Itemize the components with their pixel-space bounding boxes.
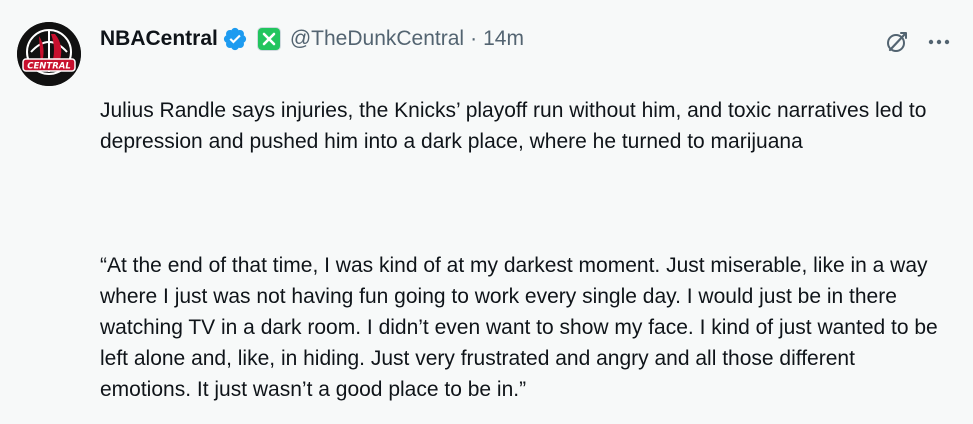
avatar-text: CENTRAL <box>27 62 71 72</box>
tweet-paragraph-2: “At the end of that time, I was kind of … <box>100 254 938 401</box>
more-options-icon[interactable] <box>925 28 953 56</box>
nbacentral-logo: CENTRAL <box>17 22 81 86</box>
tweet-content: NBACentral @TheDunkCentral · 14m Julius … <box>100 22 950 424</box>
handle[interactable]: @TheDunkCentral <box>290 27 464 51</box>
display-name[interactable]: NBACentral <box>100 27 218 51</box>
grok-icon[interactable] <box>883 28 911 56</box>
tweet-paragraph-1: Julius Randle says injuries, the Knicks’… <box>100 99 927 153</box>
avatar[interactable]: CENTRAL <box>17 22 81 86</box>
affiliation-x-icon[interactable] <box>257 28 280 50</box>
tweet-actions <box>883 28 953 56</box>
separator-dot: · <box>470 27 478 50</box>
tweet-header: NBACentral @TheDunkCentral · 14m <box>100 22 950 56</box>
tweet[interactable]: CENTRAL NBACentral @TheDunkCentral · 14m… <box>0 0 973 424</box>
tweet-text: Julius Randle says injuries, the Knicks’… <box>100 64 950 424</box>
timestamp[interactable]: 14m <box>483 27 524 51</box>
verified-badge-icon[interactable] <box>222 26 248 52</box>
